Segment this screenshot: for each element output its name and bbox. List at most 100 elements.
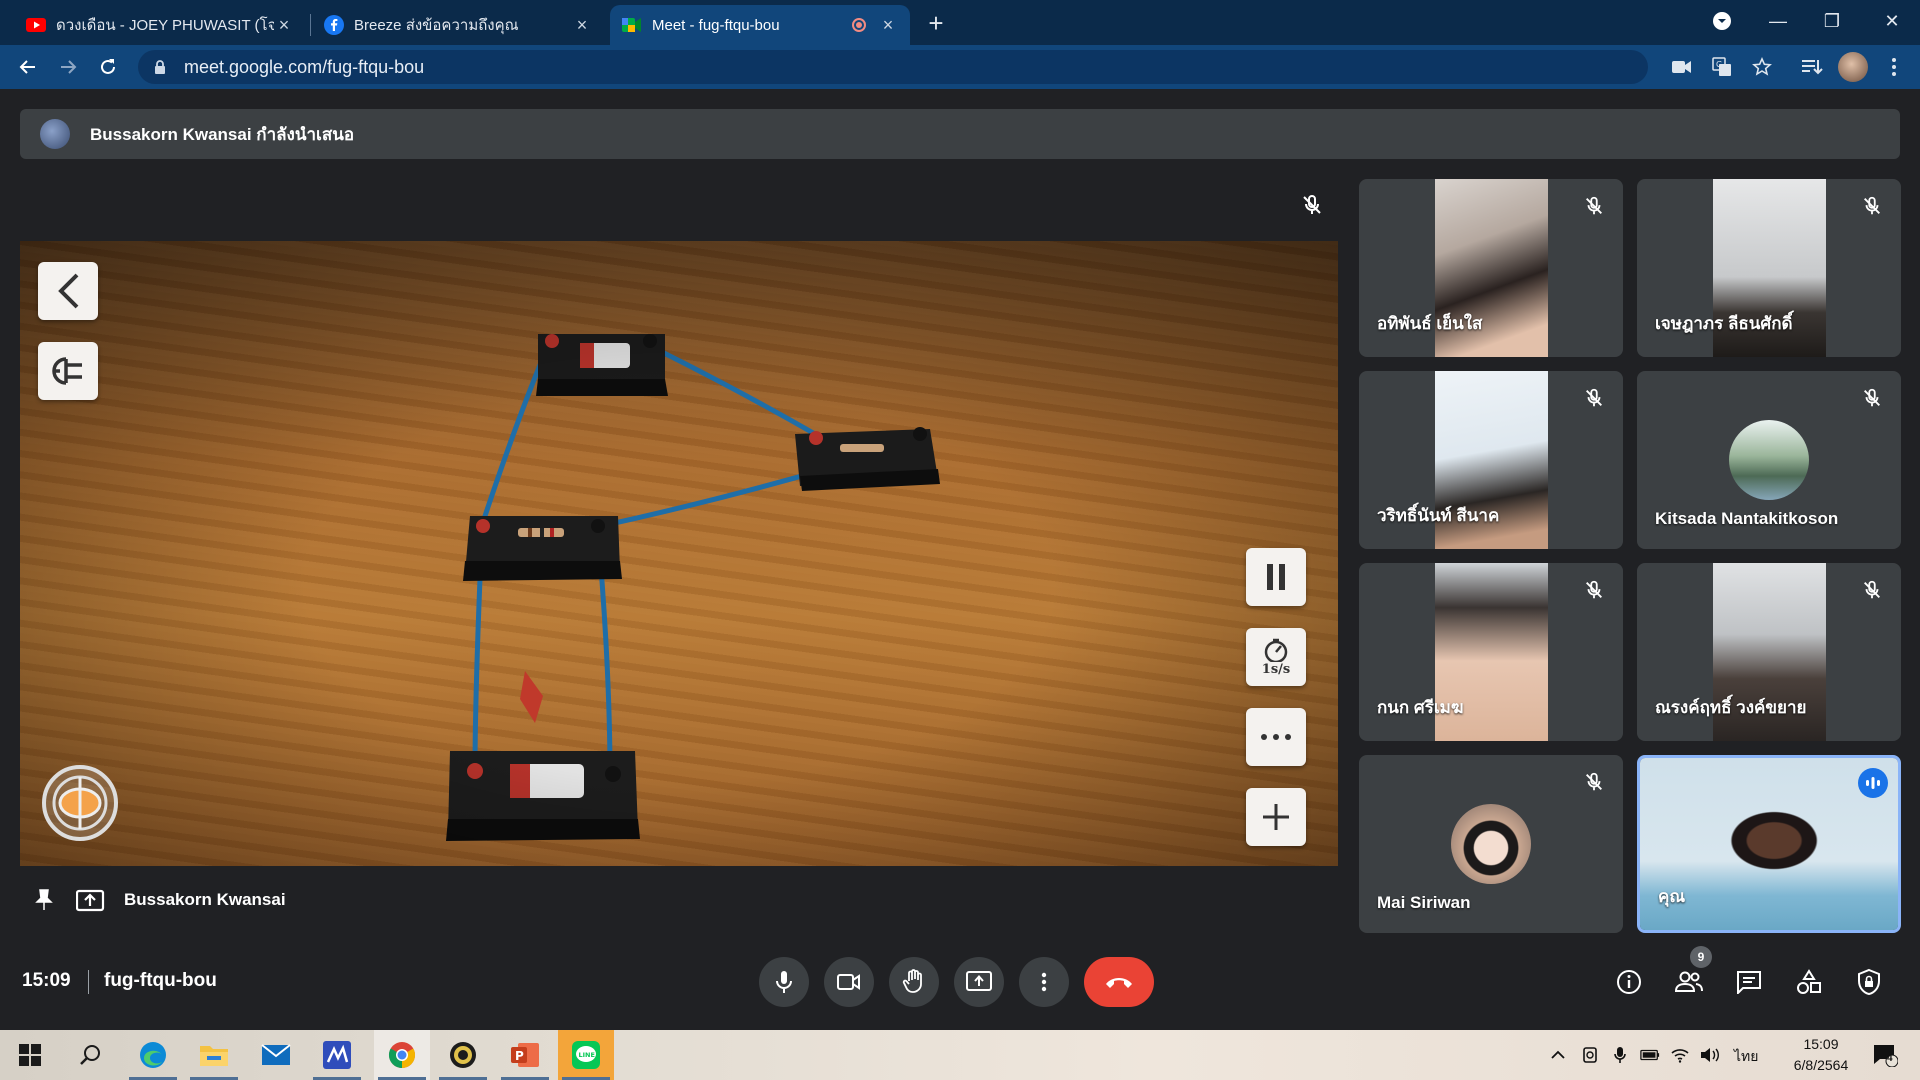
- divider: [88, 970, 89, 994]
- close-tab-icon[interactable]: ×: [878, 15, 898, 36]
- people-button[interactable]: [1674, 967, 1704, 997]
- pause-icon: [1267, 564, 1285, 590]
- participant-name: Mai Siriwan: [1377, 893, 1471, 912]
- view-toggle-button[interactable]: [40, 763, 120, 843]
- self-tile[interactable]: คุณ: [1637, 755, 1901, 933]
- reload-icon: [101, 59, 115, 74]
- raise-hand-button[interactable]: [889, 957, 939, 1007]
- participant-tile[interactable]: กนก ศรีเมฆ: [1359, 563, 1623, 741]
- participant-tile[interactable]: Kitsada Nantakitkoson: [1637, 371, 1901, 549]
- chrome-icon[interactable]: [374, 1030, 430, 1080]
- back-button[interactable]: [14, 53, 42, 81]
- sim-more-button[interactable]: [1246, 708, 1306, 766]
- taskbar-time[interactable]: 15:09: [1791, 1036, 1851, 1052]
- activities-shapes-icon: [1797, 969, 1821, 994]
- arrow-left-icon: [19, 60, 35, 74]
- participant-name: คุณ: [1658, 887, 1686, 906]
- participant-tile[interactable]: เจษฎาภร ลีธนศักดิ์: [1637, 179, 1901, 357]
- present-screen-icon: [966, 971, 992, 991]
- forward-button[interactable]: [54, 53, 82, 81]
- start-icon[interactable]: [2, 1030, 58, 1080]
- tab-meet[interactable]: Meet - fug-ftqu-bou ×: [610, 5, 910, 45]
- people-icon: [1675, 971, 1703, 992]
- reload-button[interactable]: [94, 53, 122, 81]
- activities-button[interactable]: [1794, 967, 1824, 997]
- battery-icon[interactable]: [1640, 1045, 1660, 1065]
- tab-search-button[interactable]: [1702, 6, 1742, 36]
- circuit-plug-icon: [52, 357, 82, 385]
- show-hidden-icons-icon[interactable]: [1548, 1045, 1568, 1065]
- edge-icon[interactable]: [125, 1030, 181, 1080]
- presenting-banner: Bussakorn Kwansai กำลังนำเสนอ: [20, 109, 1900, 159]
- screen: { "browser": { "tabs": [ {"title": "ดวงเ…: [0, 0, 1920, 1080]
- tab-facebook[interactable]: Breeze ส่งข้อความถึงคุณ ×: [312, 5, 604, 45]
- notification-center-icon[interactable]: 4: [1870, 1042, 1900, 1068]
- wifi-icon[interactable]: [1670, 1045, 1690, 1065]
- app-icon[interactable]: [435, 1030, 491, 1080]
- close-window-button[interactable]: ✕: [1872, 6, 1912, 36]
- shield-lock-icon: [1858, 968, 1880, 996]
- participant-avatar: [1451, 804, 1531, 884]
- present-screen-icon: [76, 889, 105, 912]
- close-tab-icon[interactable]: ×: [572, 15, 592, 36]
- line-icon[interactable]: LINE: [558, 1030, 614, 1080]
- leave-call-button[interactable]: [1084, 957, 1154, 1007]
- pin-icon[interactable]: [34, 888, 54, 912]
- minimize-button[interactable]: —: [1758, 6, 1798, 36]
- meeting-details-button[interactable]: [1614, 967, 1644, 997]
- eye-view-icon: [42, 765, 118, 841]
- maximize-button[interactable]: ❐: [1812, 6, 1852, 36]
- profile-avatar[interactable]: [1838, 52, 1868, 82]
- sim-speed-button[interactable]: 1s/s: [1246, 628, 1306, 686]
- taskbar-date[interactable]: 6/8/2564: [1781, 1057, 1861, 1073]
- participant-tile[interactable]: อทิพันธ์ เย็นใส: [1359, 179, 1623, 357]
- file-explorer-icon[interactable]: [186, 1030, 242, 1080]
- new-tab-button[interactable]: +: [920, 8, 952, 40]
- mic-button[interactable]: [759, 957, 809, 1007]
- chat-icon: [1737, 971, 1761, 994]
- meeting-controls: 15:09 fug-ftqu-bou 9: [0, 940, 1920, 1030]
- bookmark-star-icon[interactable]: [1750, 55, 1774, 79]
- sim-pause-button[interactable]: [1246, 548, 1306, 606]
- participant-name: Kitsada Nantakitkoson: [1655, 509, 1839, 528]
- powerpoint-icon[interactable]: P: [497, 1030, 553, 1080]
- vignette: [20, 241, 1338, 866]
- more-options-button[interactable]: [1019, 957, 1069, 1007]
- present-now-button[interactable]: [954, 957, 1004, 1007]
- whiteboard-icon[interactable]: [309, 1030, 365, 1080]
- camera-button[interactable]: [824, 957, 874, 1007]
- translate-icon[interactable]: G: [1710, 55, 1734, 79]
- presenting-text: Bussakorn Kwansai กำลังนำเสนอ: [90, 124, 355, 144]
- browser-toolbar: meet.google.com/fug-ftqu-bou G: [0, 45, 1920, 89]
- participant-tile[interactable]: Mai Siriwan: [1359, 755, 1623, 933]
- address-bar[interactable]: meet.google.com/fug-ftqu-bou: [138, 50, 1648, 84]
- sim-back-button[interactable]: [38, 262, 98, 320]
- chat-button[interactable]: [1734, 967, 1764, 997]
- search-icon[interactable]: [62, 1030, 118, 1080]
- sim-add-button[interactable]: [1246, 788, 1306, 846]
- windows-taskbar: P LINE ไทย 15:09 6/8/2564 4: [0, 1030, 1920, 1080]
- sim-components-button[interactable]: [38, 342, 98, 400]
- tab-title: ดวงเดือน - JOEY PHUWASIT (โจอี้ ภู: [56, 17, 274, 34]
- mail-icon[interactable]: [248, 1030, 304, 1080]
- microphone-icon: [776, 971, 792, 993]
- device-icon[interactable]: [1580, 1045, 1600, 1065]
- microphone-in-use-icon[interactable]: [1610, 1045, 1630, 1065]
- tab-youtube[interactable]: ดวงเดือน - JOEY PHUWASIT (โจอี้ ภู ×: [14, 5, 306, 45]
- input-language[interactable]: ไทย: [1734, 1046, 1758, 1068]
- participant-tile[interactable]: วริทธิ์นันท์ สีนาค: [1359, 371, 1623, 549]
- svg-text:G: G: [1716, 60, 1722, 69]
- camera-in-use-icon[interactable]: [1670, 55, 1694, 79]
- browser-menu-icon[interactable]: [1882, 55, 1906, 79]
- close-tab-icon[interactable]: ×: [274, 15, 294, 36]
- info-icon: [1617, 970, 1641, 994]
- arrow-right-icon: [61, 60, 77, 74]
- participant-tile[interactable]: ณรงค์ฤทธิ์ วงค์ขยาย: [1637, 563, 1901, 741]
- notification-count: 4: [1887, 1053, 1893, 1064]
- participant-avatar: [1729, 420, 1809, 500]
- meeting-code: fug-ftqu-bou: [104, 970, 217, 991]
- volume-icon[interactable]: [1700, 1045, 1720, 1065]
- hang-up-icon: [1106, 978, 1132, 988]
- reading-list-icon[interactable]: [1800, 55, 1824, 79]
- host-controls-button[interactable]: [1854, 967, 1884, 997]
